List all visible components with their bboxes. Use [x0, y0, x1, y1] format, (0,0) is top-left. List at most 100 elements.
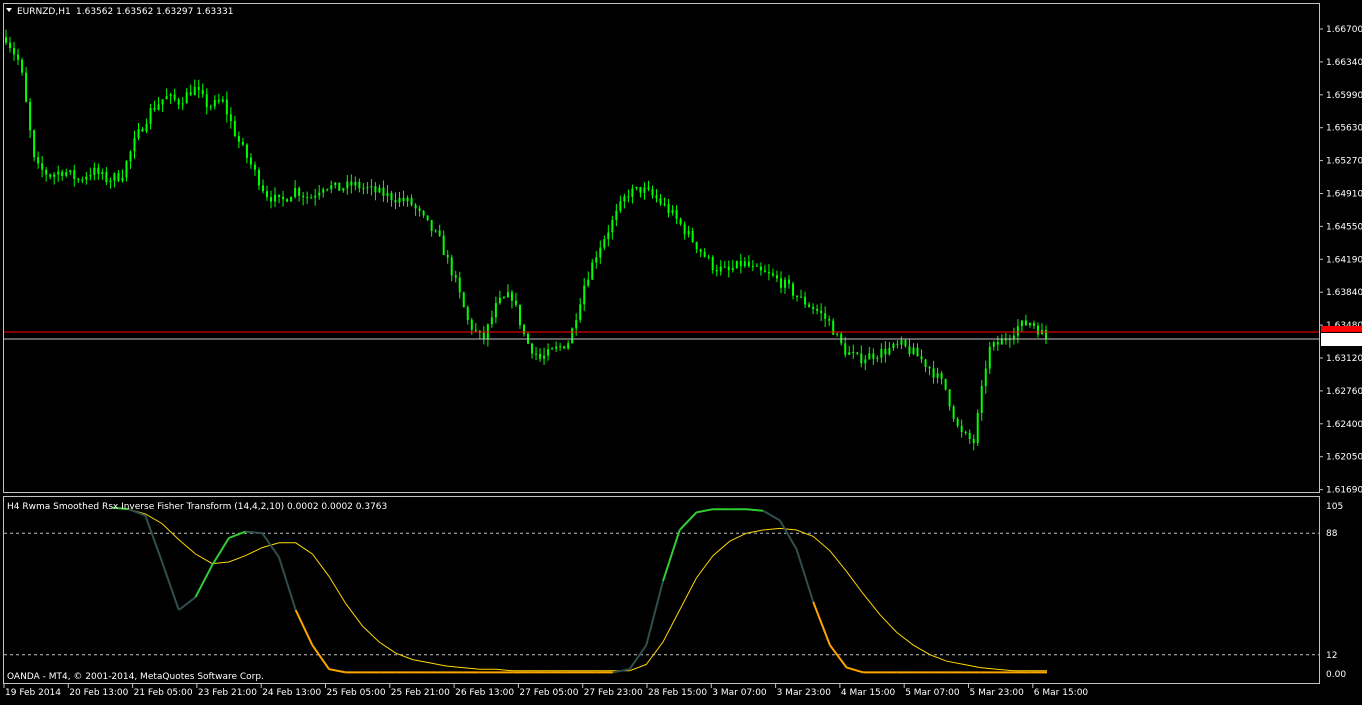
time-tick-label: 20 Feb 13:00	[69, 688, 128, 698]
candle-body	[13, 48, 16, 55]
chart-header[interactable]: EURNZD,H1 1.63562 1.63562 1.63297 1.6333…	[6, 7, 233, 17]
candle-body	[33, 130, 36, 158]
candle-body	[559, 346, 562, 348]
candle	[808, 302, 811, 308]
candle-body	[37, 157, 40, 164]
candle-body	[920, 356, 923, 360]
candle-body	[731, 268, 734, 271]
triangle-down-icon[interactable]	[6, 8, 12, 12]
fisher-line-segment	[328, 668, 346, 674]
candle-body	[153, 108, 156, 110]
candle	[9, 36, 12, 53]
candle	[73, 164, 76, 187]
candle	[141, 127, 144, 132]
candle	[474, 323, 477, 333]
candle-body	[683, 224, 686, 235]
price-tick-label: 1.62400	[1326, 420, 1362, 430]
price-tick-label: 1.65630	[1326, 124, 1362, 134]
candle	[719, 260, 722, 276]
mt4-chart-window[interactable]: 1.66700 1.66340 1.65990 1.65630 1.65270 1.649…	[0, 0, 1362, 701]
candle	[274, 187, 277, 208]
candle-body	[804, 296, 807, 305]
candle	[559, 343, 562, 351]
candle-body	[89, 175, 92, 177]
candle	[181, 96, 184, 111]
candle	[1024, 314, 1027, 326]
candle-body	[201, 89, 204, 95]
candle-body	[884, 348, 887, 355]
candle-body	[97, 167, 100, 175]
candle-body	[1024, 320, 1027, 326]
candle	[771, 268, 774, 278]
fisher-line-segment	[228, 530, 246, 539]
candle-body	[932, 368, 935, 378]
candle-body	[310, 197, 313, 199]
candle	[270, 190, 273, 209]
candle	[89, 167, 92, 181]
candle-body	[984, 368, 987, 387]
candle	[856, 351, 859, 356]
candle	[41, 155, 44, 178]
candle-body	[157, 104, 160, 110]
candle	[61, 169, 64, 181]
candle-body	[165, 96, 168, 100]
candle	[45, 167, 48, 182]
candle-body	[442, 235, 445, 255]
candle	[916, 343, 919, 357]
fisher-line-segment	[812, 601, 831, 646]
candle	[992, 340, 995, 351]
candle	[675, 205, 678, 225]
candle	[298, 186, 301, 202]
candle-body	[129, 151, 132, 162]
candle	[595, 251, 598, 269]
candle-body	[747, 261, 750, 267]
chart-canvas[interactable]: 1.66700 1.66340 1.65990 1.65630 1.65270 1.649…	[0, 0, 1362, 701]
candle-body	[583, 285, 586, 305]
time-tick-label: 25 Feb 21:00	[391, 688, 450, 698]
candle-body	[470, 319, 473, 330]
indicator-levels	[4, 532, 1319, 656]
candle	[1032, 320, 1035, 329]
candle-body	[17, 54, 20, 60]
fisher-line-segment	[294, 609, 314, 646]
candle-body	[743, 261, 746, 266]
candle-body	[771, 273, 774, 276]
time-tick-label: 26 Feb 13:00	[455, 688, 514, 698]
candle	[972, 434, 975, 451]
candle-body	[137, 129, 140, 139]
candle-body	[458, 277, 461, 293]
candle	[952, 404, 955, 422]
candle-body	[446, 254, 449, 258]
candle	[241, 137, 244, 147]
candle	[1020, 320, 1023, 333]
candle	[635, 186, 638, 191]
candle-body	[691, 231, 694, 242]
candle	[314, 188, 317, 206]
fisher-line-segment	[662, 529, 681, 582]
candle-body	[342, 188, 345, 191]
candle-body	[390, 192, 393, 201]
candle	[137, 122, 140, 141]
candle	[446, 250, 449, 264]
candle	[350, 174, 353, 194]
candle-body	[109, 180, 112, 183]
candle	[498, 290, 501, 305]
candle	[671, 205, 674, 216]
candle-body	[976, 412, 979, 444]
candle	[478, 330, 481, 339]
candle-body	[832, 320, 835, 335]
candle-body	[824, 313, 827, 319]
time-axis: 19 Feb 2014 20 Feb 13:00 21 Feb 05:00 23 Fe…	[3, 684, 1088, 698]
price-tick-label: 1.65270	[1326, 157, 1362, 167]
candle	[17, 48, 20, 66]
candle-body	[623, 196, 626, 202]
candle-body	[314, 195, 317, 198]
candle-body	[502, 297, 505, 299]
candle-body	[237, 136, 240, 142]
fisher-line-segment	[161, 561, 180, 611]
candle-body	[531, 343, 534, 354]
candle	[193, 79, 196, 96]
candle	[310, 194, 313, 199]
candle	[169, 92, 172, 105]
candle-body	[555, 346, 558, 349]
